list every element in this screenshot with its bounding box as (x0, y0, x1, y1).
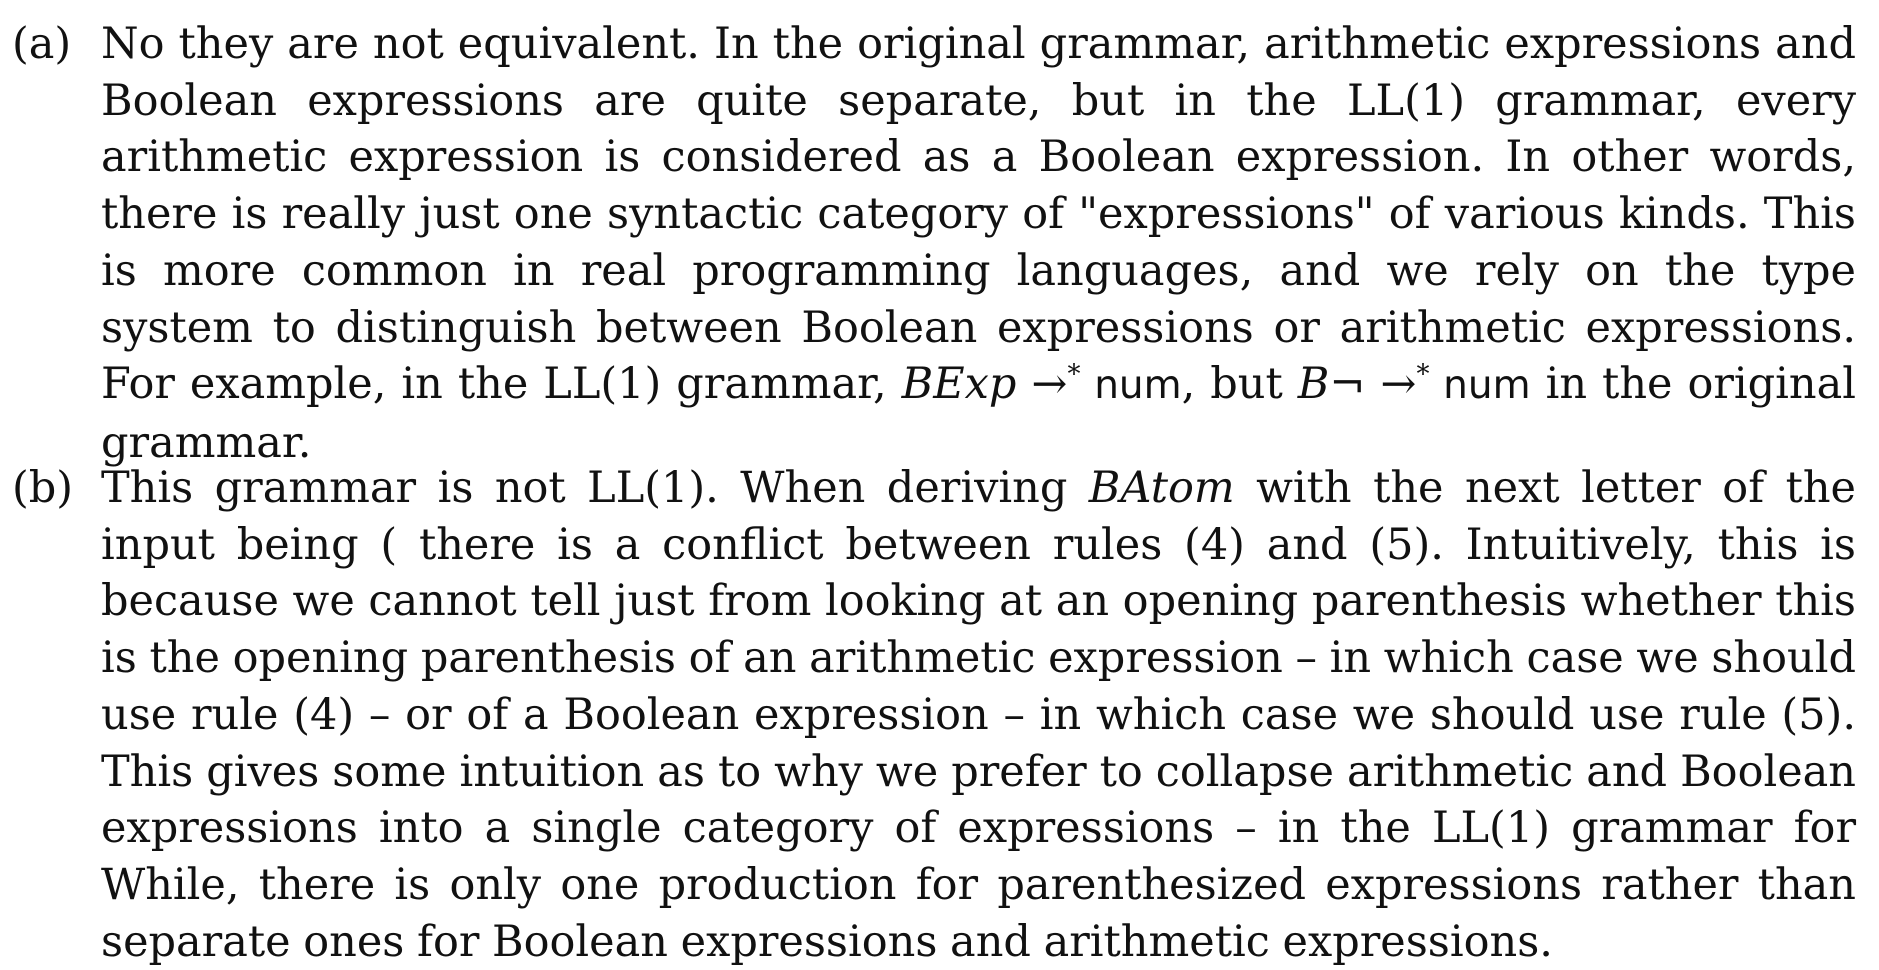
answer-a-text-2: , but (1181, 359, 1298, 410)
math-bnot: B¬ (1297, 359, 1366, 410)
math-batom: BAtom (1088, 463, 1235, 513)
terminal-num: num (1429, 363, 1531, 409)
derives-arrow: → (1016, 359, 1068, 410)
kleene-star: * (1067, 359, 1081, 390)
answer-b-text-2: with the next letter of the input being … (101, 463, 1856, 967)
answer-a-label: (a) (12, 19, 72, 69)
answer-b-text: This grammar is not LL(1). When deriving… (101, 460, 1856, 970)
derives-arrow: → (1365, 359, 1417, 410)
math-bexp: BExp (901, 359, 1017, 410)
terminal-num: num (1080, 363, 1182, 409)
kleene-star: * (1416, 359, 1430, 390)
answer-b-label: (b) (12, 463, 74, 513)
answer-a-text: No they are not equivalent. In the origi… (101, 16, 1856, 472)
answer-a-text-1: No they are not equivalent. In the origi… (101, 19, 1856, 410)
answer-b-text-1: This grammar is not LL(1). When deriving (101, 463, 1089, 513)
